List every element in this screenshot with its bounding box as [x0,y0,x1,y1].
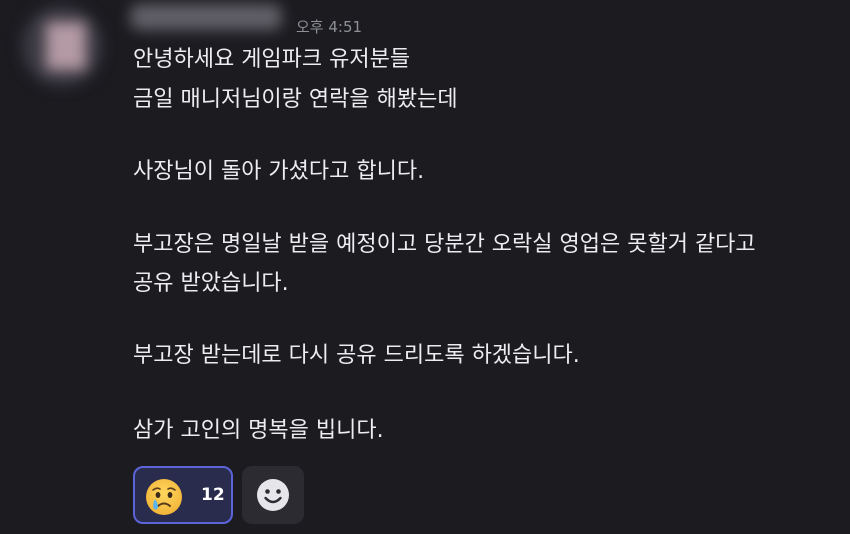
message-line: 금일 매니저님이랑 연락을 해봤는데 [133,87,458,112]
avatar[interactable] [22,6,102,86]
message-line: 삼가 고인의 명복을 빕니다. [133,418,384,443]
message-line: 공유 받았습니다. [133,271,289,296]
message-line: 부고장 받는데로 다시 공유 드리도록 하겠습니다. [133,343,580,368]
message-line: 부고장은 명일날 받을 예정이고 당분간 오락실 영업은 못할거 같다고 [133,232,756,257]
smiley-face-icon [257,479,289,511]
author-name-redacted[interactable] [130,4,282,30]
add-reaction-button[interactable] [242,466,304,524]
message-line: 사장님이 돌아 가셨다고 합니다. [133,159,425,184]
crying-face-icon [146,479,182,515]
message-timestamp: 오후 4:51 [296,18,363,36]
message-line: 안녕하세요 게임파크 유저분들 [133,47,411,72]
chat-message: 오후 4:51 안녕하세요 게임파크 유저분들 금일 매니저님이랑 연락을 해봤… [0,0,850,534]
reaction-count: 12 [201,485,225,505]
reaction-crying-button[interactable]: 12 [133,466,233,524]
